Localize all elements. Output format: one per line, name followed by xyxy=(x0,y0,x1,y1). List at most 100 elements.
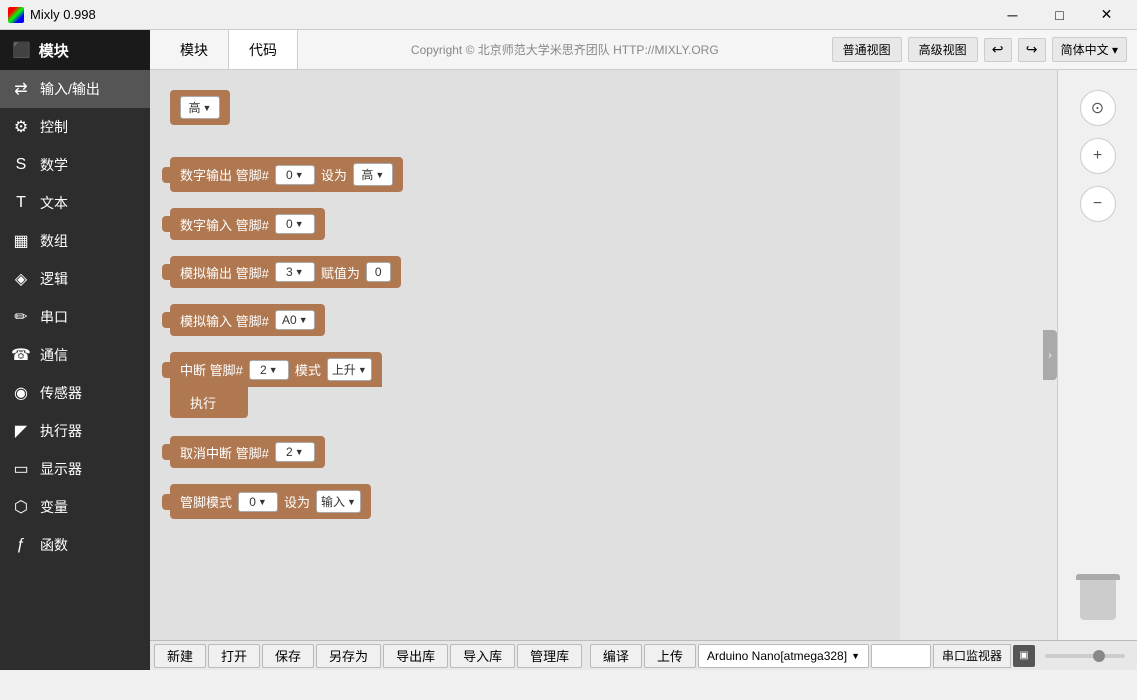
dropdown[interactable]: 0 xyxy=(275,214,315,234)
comms-label: 通信 xyxy=(40,345,68,365)
block-digital-high: 高 xyxy=(170,90,880,141)
sidebar-item-comms[interactable]: ☎ 通信 xyxy=(0,336,150,374)
board-select[interactable]: Arduino Nano[atmega328] xyxy=(698,644,869,668)
copyright-text: Copyright © 北京师范大学米思齐团队 HTTP://MIXLY.ORG xyxy=(411,41,719,58)
sidebar-toggle[interactable]: › xyxy=(1043,330,1057,380)
dropdown[interactable]: 输入 xyxy=(316,490,361,513)
block-digital-input: 数字输入 管脚# 0 xyxy=(170,208,880,240)
dropdown[interactable]: 高 xyxy=(180,96,220,119)
maximize-button[interactable]: □ xyxy=(1037,0,1082,30)
array-label: 数组 xyxy=(40,231,68,251)
chip-icon: ▣ xyxy=(1013,645,1035,667)
upload-button[interactable]: 上传 xyxy=(644,644,696,668)
sidebar-item-serial[interactable]: ✏ 串口 xyxy=(0,298,150,336)
redo-button[interactable]: ↪ xyxy=(1018,38,1046,62)
sensors-label: 传感器 xyxy=(40,383,82,403)
sidebar-item-control[interactable]: ⚙ 控制 xyxy=(0,108,150,146)
sidebar-items: ⇄ 输入/输出 ⚙ 控制 S 数学 T 文本 ▦ 数组 ◈ 逻辑 ✏ 串口 ☎ … xyxy=(0,70,150,564)
serial-monitor-label: 串口监视器 xyxy=(942,647,1002,664)
actuators-icon: ◤ xyxy=(12,422,30,440)
io-icon: ⇄ xyxy=(12,80,30,98)
advanced-view-button[interactable]: 高级视图 xyxy=(908,37,978,62)
new-button[interactable]: 新建 xyxy=(154,644,206,668)
titlebar: Mixly 0.998 ─ □ ✕ xyxy=(0,0,1137,30)
dropdown[interactable]: 3 xyxy=(275,262,315,282)
zoom-out-button[interactable]: − xyxy=(1080,186,1116,222)
dropdown[interactable]: A0 xyxy=(275,310,315,330)
minimize-button[interactable]: ─ xyxy=(990,0,1035,30)
dropdown[interactable]: 高 xyxy=(353,163,393,186)
vars-label: 变量 xyxy=(40,497,68,517)
import-lib-button[interactable]: 导入库 xyxy=(450,644,515,668)
compile-button[interactable]: 编译 xyxy=(590,644,642,668)
speed-slider-thumb xyxy=(1093,650,1105,662)
blocks-canvas: 高数字输出 管脚# 0 设为 高数字输入 管脚# 0模拟输出 管脚# 3 赋值为… xyxy=(150,70,900,640)
workspace: 高数字输出 管脚# 0 设为 高数字输入 管脚# 0模拟输出 管脚# 3 赋值为… xyxy=(150,70,1137,640)
math-label: 数学 xyxy=(40,155,68,175)
io-label: 输入/输出 xyxy=(40,79,100,99)
sidebar-header-label: 模块 xyxy=(39,40,69,61)
sidebar-item-vars[interactable]: ⬡ 变量 xyxy=(0,488,150,526)
open-button[interactable]: 打开 xyxy=(208,644,260,668)
control-label: 控制 xyxy=(40,117,68,137)
app-icon xyxy=(8,7,24,23)
sidebar-item-text[interactable]: T 文本 xyxy=(0,184,150,222)
sidebar-item-sensors[interactable]: ◉ 传感器 xyxy=(0,374,150,412)
trash-icon[interactable] xyxy=(1080,580,1116,620)
dropdown[interactable]: 0 xyxy=(275,165,315,185)
main-layout: ⬛ 模块 ⇄ 输入/输出 ⚙ 控制 S 数学 T 文本 ▦ 数组 ◈ 逻辑 ✏ … xyxy=(0,30,1137,670)
content-area: 模块 代码 Copyright © 北京师范大学米思齐团队 HTTP://MIX… xyxy=(150,30,1137,670)
close-button[interactable]: ✕ xyxy=(1084,0,1129,30)
serial-monitor-button[interactable]: 串口监视器 xyxy=(933,644,1011,668)
save-button[interactable]: 保存 xyxy=(262,644,314,668)
comms-icon: ☎ xyxy=(12,346,30,364)
math-icon: S xyxy=(12,156,30,174)
tab-code-label: 代码 xyxy=(249,40,277,60)
block-interrupt: 中断 管脚# 2 模式 上升执行 xyxy=(170,352,880,420)
app-title: Mixly 0.998 xyxy=(30,7,96,22)
right-panel: ⊙ + − xyxy=(1057,70,1137,640)
topbar: 模块 代码 Copyright © 北京师范大学米思齐团队 HTTP://MIX… xyxy=(150,30,1137,70)
tab-code[interactable]: 代码 xyxy=(229,30,298,69)
array-icon: ▦ xyxy=(12,232,30,250)
logic-icon: ◈ xyxy=(12,270,30,288)
control-icon: ⚙ xyxy=(12,118,30,136)
block-cancel-interrupt: 取消中断 管脚# 2 xyxy=(170,436,880,468)
dropdown[interactable]: 上升 xyxy=(327,358,372,381)
dropdown[interactable]: 2 xyxy=(275,442,315,462)
dropdown[interactable]: 2 xyxy=(249,360,289,380)
sidebar-item-array[interactable]: ▦ 数组 xyxy=(0,222,150,260)
normal-view-button[interactable]: 普通视图 xyxy=(832,37,902,62)
block-analog-input: 模拟输入 管脚# A0 xyxy=(170,304,880,336)
display-icon: ▭ xyxy=(12,460,30,478)
serial-label: 串口 xyxy=(40,307,68,327)
sidebar-item-io[interactable]: ⇄ 输入/输出 xyxy=(0,70,150,108)
tab-blocks[interactable]: 模块 xyxy=(160,30,229,69)
block-analog-output: 模拟输出 管脚# 3 赋值为 0 xyxy=(170,256,880,288)
block-pin-mode: 管脚模式 0 设为 输入 xyxy=(170,484,880,519)
serial-icon: ✏ xyxy=(12,308,30,326)
save-as-button[interactable]: 另存为 xyxy=(316,644,381,668)
zoom-in-button[interactable]: + xyxy=(1080,138,1116,174)
sidebar-item-display[interactable]: ▭ 显示器 xyxy=(0,450,150,488)
manage-lib-button[interactable]: 管理库 xyxy=(517,644,582,668)
sidebar-item-funcs[interactable]: ƒ 函数 xyxy=(0,526,150,564)
topbar-controls: 普通视图 高级视图 ↩ ↪ 简体中文 ▾ xyxy=(832,37,1127,62)
funcs-label: 函数 xyxy=(40,535,68,555)
sensors-icon: ◉ xyxy=(12,384,30,402)
center-tool-button[interactable]: ⊙ xyxy=(1080,90,1116,126)
vars-icon: ⬡ xyxy=(12,498,30,516)
sidebar-item-logic[interactable]: ◈ 逻辑 xyxy=(0,260,150,298)
dropdown[interactable]: 0 xyxy=(238,492,278,512)
speed-slider[interactable] xyxy=(1045,654,1125,658)
block-digital-output: 数字输出 管脚# 0 设为 高 xyxy=(170,157,880,192)
sidebar-item-actuators[interactable]: ◤ 执行器 xyxy=(0,412,150,450)
board-label: Arduino Nano[atmega328] xyxy=(707,649,847,663)
port-select[interactable] xyxy=(871,644,931,668)
sidebar-header: ⬛ 模块 xyxy=(0,30,150,70)
language-button[interactable]: 简体中文 ▾ xyxy=(1052,37,1127,62)
export-lib-button[interactable]: 导出库 xyxy=(383,644,448,668)
value-display: 0 xyxy=(366,262,391,282)
sidebar-item-math[interactable]: S 数学 xyxy=(0,146,150,184)
undo-button[interactable]: ↩ xyxy=(984,38,1012,62)
